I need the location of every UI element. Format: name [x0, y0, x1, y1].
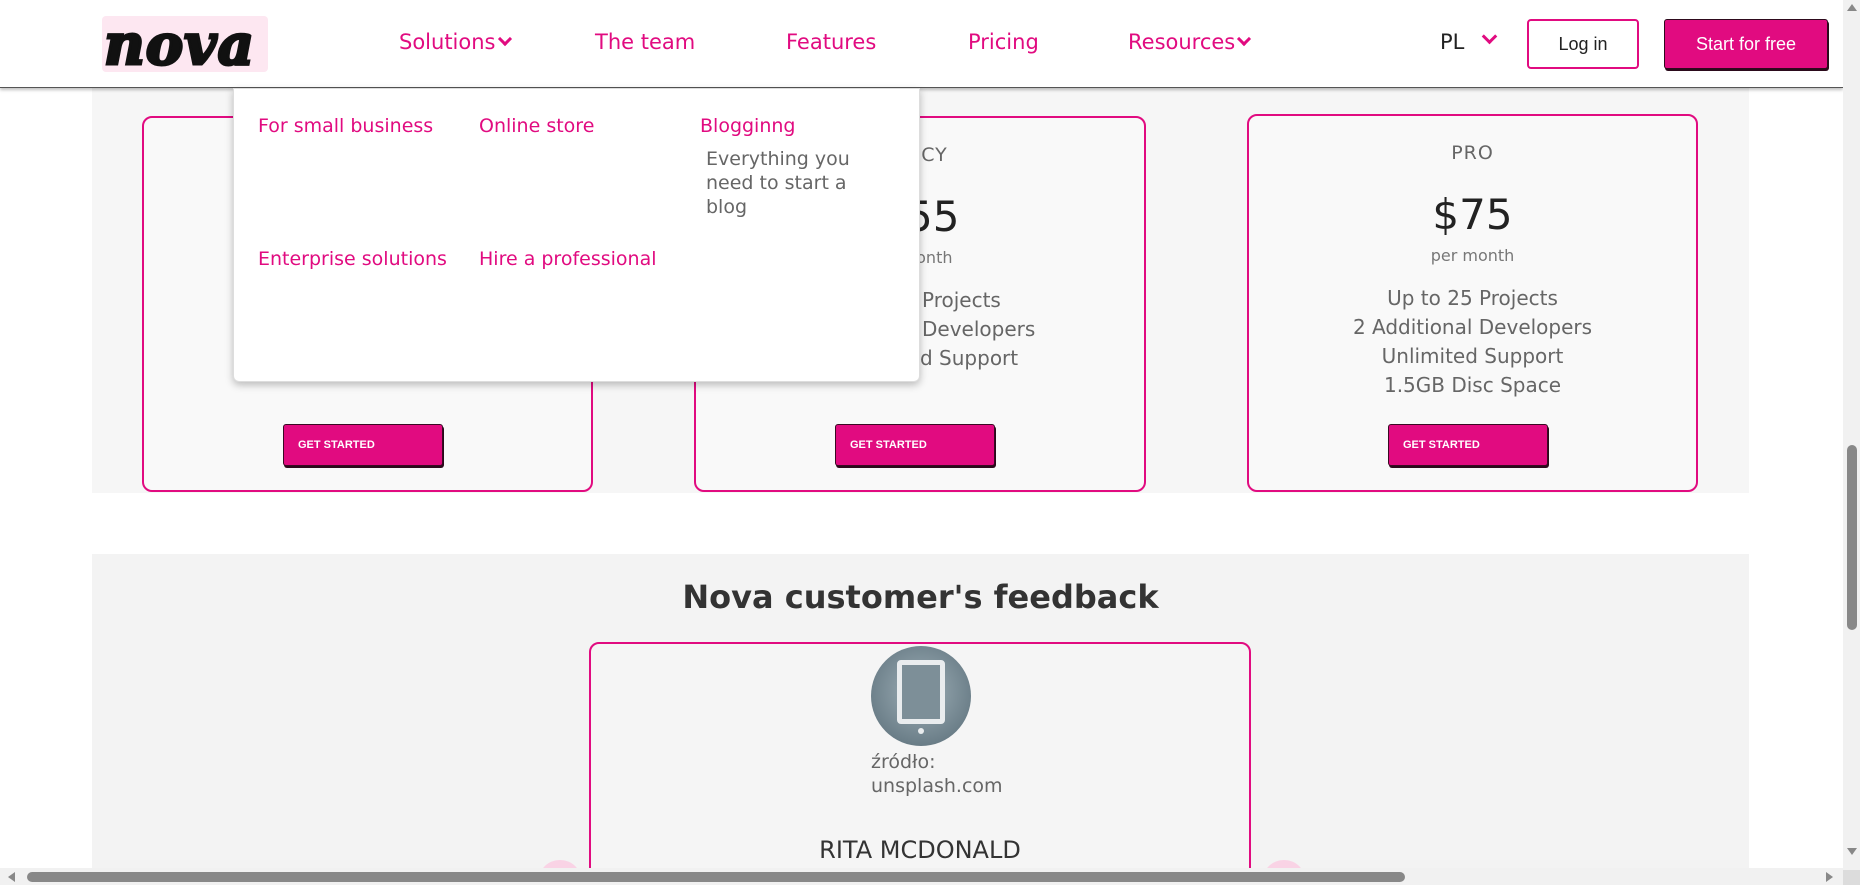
plan-feature: Developers: [922, 317, 1036, 341]
dropdown-item-hire-professional[interactable]: Hire a professional: [479, 248, 657, 270]
logo-text: nova: [103, 11, 256, 80]
plan-price: $75: [1432, 190, 1513, 239]
dropdown-item-small-business[interactable]: For small business: [258, 115, 433, 137]
scrollbar-corner: [1843, 870, 1860, 885]
nav-label: Features: [786, 30, 877, 54]
plan-feature: 1.5GB Disc Space: [1383, 373, 1562, 397]
plan-name: PRO: [1451, 142, 1494, 164]
testimonial-card: źródło: unsplash.com RITA MCDONALD: [589, 642, 1251, 885]
login-button[interactable]: Log in: [1527, 19, 1639, 69]
feedback-section: Nova customer's feedback źródło: unsplas…: [92, 554, 1749, 885]
get-started-button[interactable]: GET STARTED: [1388, 424, 1548, 466]
nav-the-team[interactable]: The team: [595, 30, 695, 54]
nav-solutions[interactable]: Solutions: [399, 30, 512, 54]
chevron-down-icon: [1237, 31, 1252, 47]
dropdown-item-description: Everything you need to start a blog: [706, 148, 850, 218]
scroll-up-icon[interactable]: [1847, 4, 1857, 11]
tablet-button-icon: [918, 728, 924, 734]
start-for-free-button[interactable]: Start for free: [1664, 19, 1828, 69]
plan-feature: d Support: [920, 346, 1019, 370]
plan-features: Up to 25 Projects 2 Additional Developer…: [1249, 284, 1696, 400]
horizontal-scroll-thumb[interactable]: [27, 872, 1405, 882]
plan-card-pro: PRO $75 per month Up to 25 Projects 2 Ad…: [1247, 114, 1698, 492]
image-source: źródło: unsplash.com: [871, 751, 1003, 797]
scroll-left-icon[interactable]: [8, 872, 15, 882]
scroll-right-icon[interactable]: [1826, 872, 1833, 882]
nav-label: Pricing: [968, 30, 1039, 54]
tablet-icon: [897, 660, 945, 724]
top-navbar: nova Solutions The team Features Pricing…: [0, 0, 1843, 88]
nav-features[interactable]: Features: [786, 30, 876, 54]
dropdown-item-blogging[interactable]: Blogginng: [700, 115, 795, 137]
plan-period: per month: [1430, 246, 1515, 265]
nova-logo[interactable]: nova: [102, 11, 268, 80]
vertical-scrollbar[interactable]: [1843, 0, 1860, 870]
horizontal-scrollbar[interactable]: [0, 868, 1843, 885]
plan-feature: Projects: [922, 288, 1001, 312]
nav-label: The team: [595, 30, 696, 54]
nav-pricing[interactable]: Pricing: [968, 30, 1039, 54]
customer-name: RITA MCDONALD: [819, 836, 1021, 864]
nav-label: Solutions: [399, 30, 496, 54]
solutions-dropdown: For small business Online store Blogginn…: [233, 88, 920, 382]
nav-resources[interactable]: Resources: [1128, 30, 1252, 54]
get-started-button[interactable]: GET STARTED: [283, 424, 443, 466]
avatar: [871, 646, 971, 746]
language-selector[interactable]: PL: [1440, 30, 1464, 54]
nav-label: Resources: [1128, 30, 1236, 54]
dropdown-item-enterprise[interactable]: Enterprise solutions: [258, 248, 447, 270]
scroll-down-icon[interactable]: [1847, 848, 1857, 855]
get-started-button[interactable]: GET STARTED: [835, 424, 995, 466]
plan-feature: 2 Additional Developers: [1352, 315, 1593, 339]
chevron-down-icon: [497, 31, 512, 47]
plan-feature: Unlimited Support: [1381, 344, 1564, 368]
chevron-down-icon[interactable]: [1481, 28, 1498, 45]
page-viewport: GET STARTED NCY 55 nonth Projects Develo…: [0, 0, 1860, 885]
feedback-title: Nova customer's feedback: [682, 578, 1159, 616]
dropdown-item-online-store[interactable]: Online store: [479, 115, 594, 137]
plan-features: Projects Developers d Support: [920, 286, 1035, 373]
plan-feature: Up to 25 Projects: [1387, 286, 1558, 310]
vertical-scroll-thumb[interactable]: [1847, 445, 1857, 630]
